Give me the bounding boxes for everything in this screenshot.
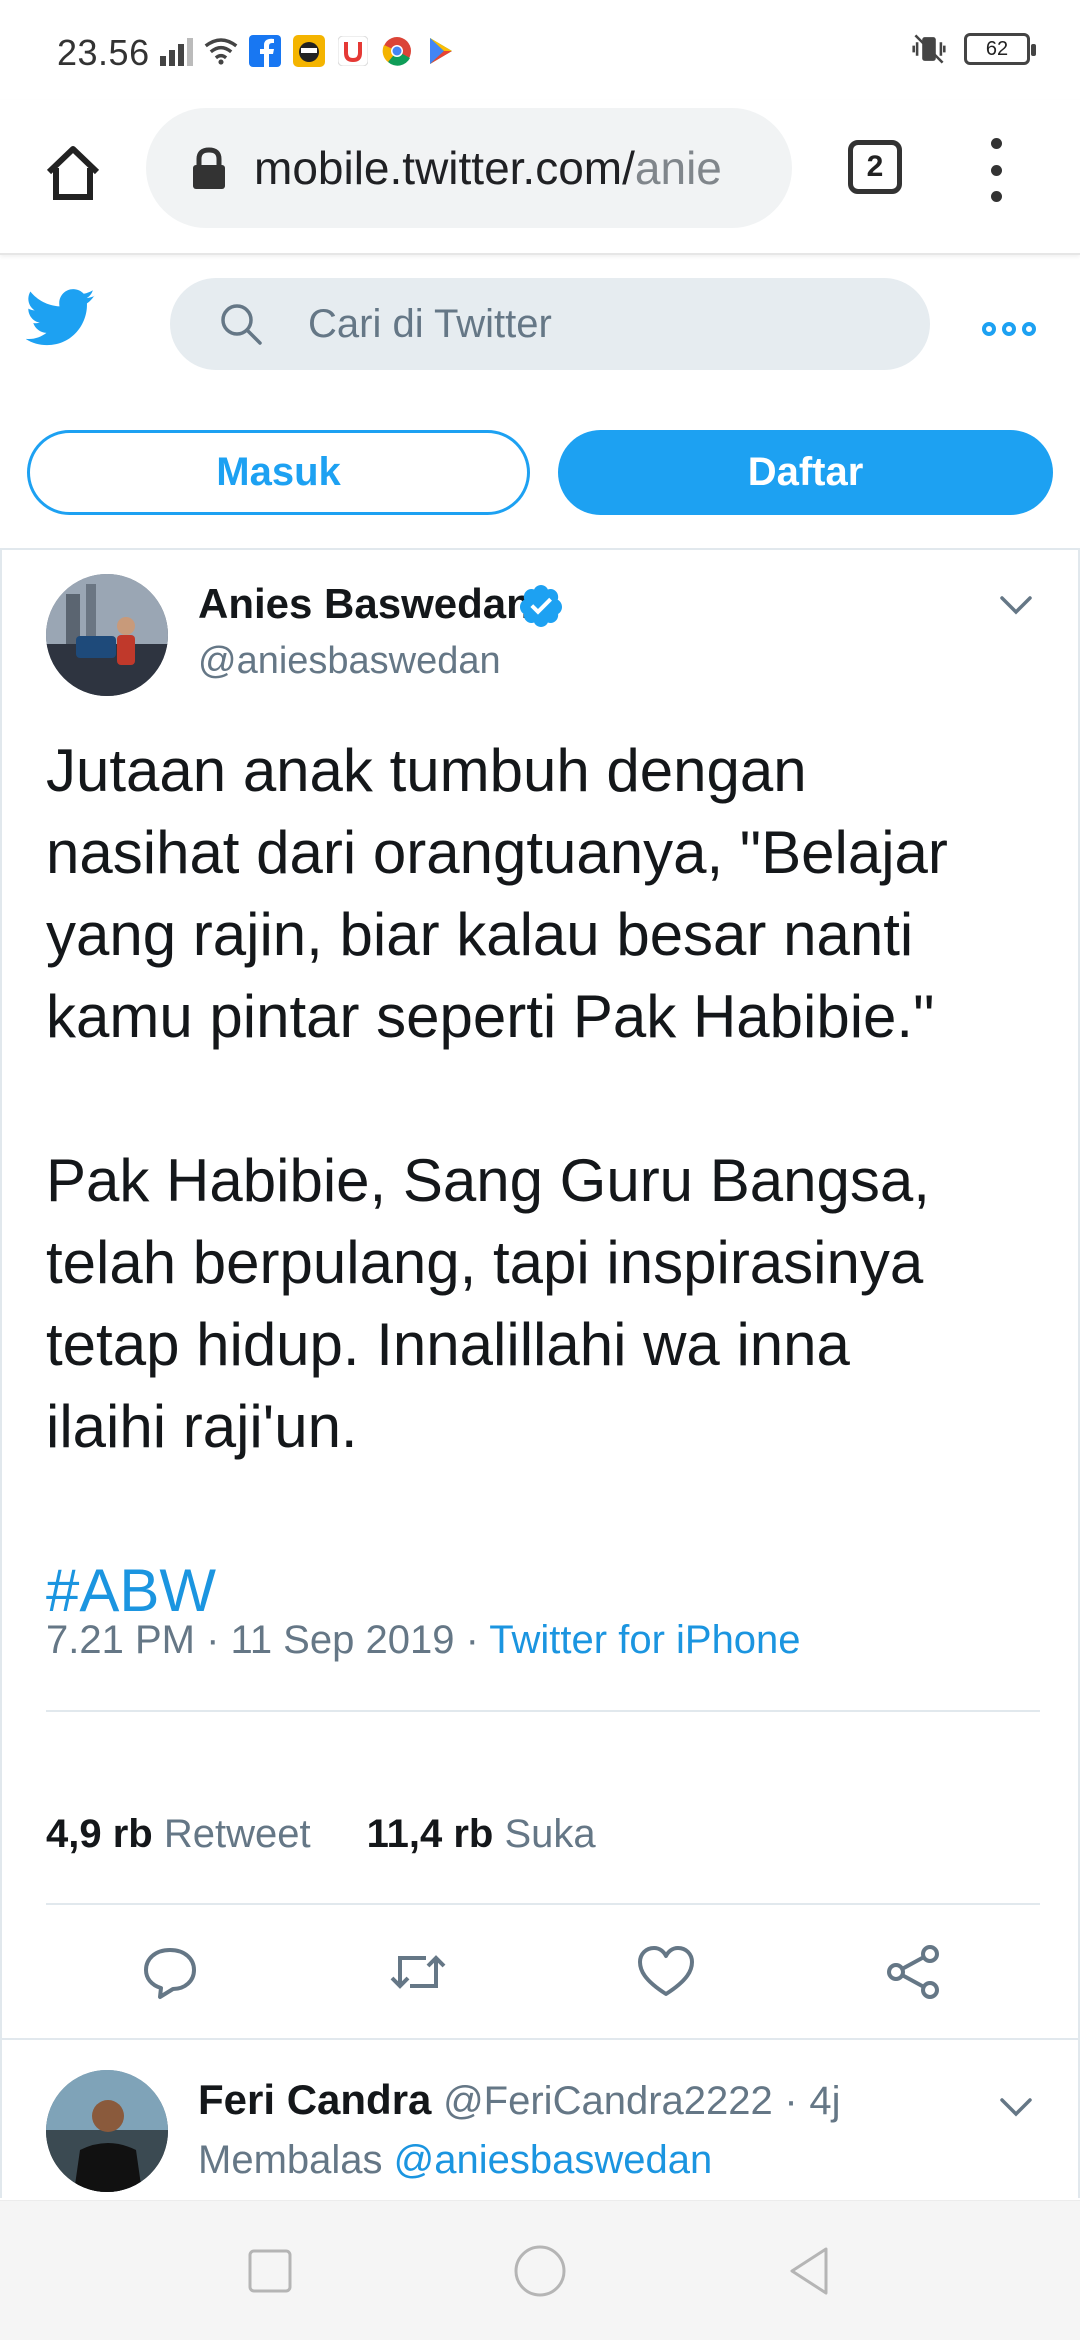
- avatar[interactable]: [46, 574, 168, 696]
- tweet-line: nasihat dari orangtuanya, "Belajar: [46, 819, 948, 886]
- heart-icon[interactable]: [634, 1940, 698, 2004]
- url-text: mobile.twitter.com/anie: [254, 141, 764, 195]
- mention-link[interactable]: @aniesbaswedan: [394, 2138, 713, 2182]
- tweet-line: ilaihi raji'un.: [46, 1393, 358, 1460]
- browser-toolbar: mobile.twitter.com/anie 2: [0, 100, 1080, 255]
- divider: [46, 1903, 1040, 1905]
- twitter-header: Cari di Twitter Masuk Daftar: [0, 260, 1080, 550]
- system-nav-bar: [0, 2200, 1080, 2340]
- tweet-actions: [2, 1940, 1080, 2020]
- tweet-stats: 4,9 rb Retweet 11,4 rb Suka: [46, 1812, 596, 1857]
- retweet-count: 4,9 rb: [46, 1812, 153, 1856]
- like-stat[interactable]: 11,4 rb Suka: [367, 1812, 596, 1857]
- play-store-icon: [424, 34, 458, 68]
- tweet-source-link[interactable]: Twitter for iPhone: [489, 1618, 800, 1662]
- divider: [46, 1710, 1040, 1712]
- status-notification-icons: [160, 34, 458, 68]
- home-button[interactable]: [38, 138, 108, 208]
- like-count: 11,4 rb: [366, 1812, 494, 1856]
- app-icon: [292, 34, 326, 68]
- tweet-time[interactable]: 7.21 PM: [46, 1618, 195, 1662]
- facebook-icon: [248, 34, 282, 68]
- retweet-label: Retweet: [163, 1812, 311, 1856]
- reply-tweet[interactable]: Feri Candra @FeriCandra2222 · 4j Membala…: [0, 2038, 1080, 2198]
- replying-to: Membalas @aniesbaswedan: [198, 2138, 712, 2183]
- app-u-icon: [336, 34, 370, 68]
- tweet-text: Jutaan anak tumbuh dengan nasihat dari o…: [46, 730, 1046, 1632]
- reply-icon[interactable]: [138, 1940, 202, 2004]
- status-system-icons: 62: [912, 32, 1036, 66]
- tweet-line: Jutaan anak tumbuh dengan: [46, 737, 807, 804]
- avatar[interactable]: [46, 2070, 168, 2192]
- vibrate-icon: [912, 32, 946, 66]
- battery-level: 62: [985, 37, 1009, 60]
- more-options-icon[interactable]: [982, 322, 1036, 336]
- tweet-date[interactable]: 11 Sep 2019: [231, 1618, 455, 1662]
- url-host: mobile.twitter.com/: [254, 142, 635, 194]
- recents-icon[interactable]: [242, 2243, 298, 2299]
- search-placeholder: Cari di Twitter: [308, 301, 552, 346]
- replying-label: Membalas: [198, 2138, 383, 2182]
- meta-separator: ·: [784, 2079, 798, 2123]
- lock-icon: [193, 147, 225, 189]
- back-icon[interactable]: [782, 2243, 838, 2299]
- login-button[interactable]: Masuk: [27, 430, 530, 515]
- signup-button[interactable]: Daftar: [558, 430, 1053, 515]
- meta-separator: ·: [465, 1618, 479, 1662]
- battery-icon: 62: [964, 33, 1036, 65]
- retweet-stat[interactable]: 4,9 rb Retweet: [46, 1812, 311, 1857]
- status-bar: 23.56 62: [0, 0, 1080, 100]
- status-time: 23.56: [57, 32, 150, 73]
- tweet-line: Pak Habibie, Sang Guru Bangsa,: [46, 1147, 930, 1214]
- wifi-icon: [204, 34, 238, 68]
- chrome-icon: [380, 34, 414, 68]
- avatar-photo: [46, 574, 168, 696]
- tweet-line: kamu pintar seperti Pak Habibie.": [46, 983, 935, 1050]
- retweet-icon[interactable]: [386, 1940, 450, 2004]
- tweet-line: yang rajin, biar kalau besar nanti: [46, 901, 914, 968]
- reply-author-name[interactable]: Feri Candra: [198, 2076, 431, 2123]
- author-handle[interactable]: @aniesbaswedan: [198, 640, 501, 683]
- tab-count: 2: [866, 150, 884, 183]
- reply-age: 4j: [809, 2079, 841, 2123]
- meta-separator: ·: [206, 1618, 220, 1662]
- home-icon: [46, 146, 100, 200]
- search-icon: [221, 304, 262, 345]
- tweet-line: tetap hidup. Innalillahi wa inna: [46, 1311, 850, 1378]
- like-label: Suka: [504, 1812, 596, 1856]
- url-path: anie: [634, 142, 722, 194]
- twitter-bird-icon[interactable]: [26, 288, 96, 348]
- author-name[interactable]: Anies Baswedan: [198, 580, 532, 628]
- tweet-card: Anies Baswedan @aniesbaswedan Jutaan ana…: [0, 548, 1080, 2038]
- home-nav-icon[interactable]: [512, 2243, 568, 2299]
- address-bar[interactable]: mobile.twitter.com/anie: [146, 108, 792, 228]
- signal-icon: [160, 34, 194, 68]
- chevron-down-icon[interactable]: [996, 590, 1036, 620]
- tab-switcher-button[interactable]: 2: [848, 140, 902, 194]
- avatar-photo: [46, 2070, 168, 2192]
- reply-author-handle[interactable]: @FeriCandra2222: [443, 2079, 773, 2123]
- reply-author-line: Feri Candra @FeriCandra2222 · 4j: [198, 2076, 841, 2124]
- tweet-line: telah berpulang, tapi inspirasinya: [46, 1229, 924, 1296]
- browser-menu-icon[interactable]: [986, 138, 1006, 202]
- search-input[interactable]: Cari di Twitter: [170, 278, 930, 370]
- tweet-timestamp: 7.21 PM · 11 Sep 2019 · Twitter for iPho…: [46, 1618, 801, 1663]
- verified-badge-icon: [519, 585, 562, 627]
- chevron-down-icon[interactable]: [996, 2092, 1036, 2122]
- share-icon[interactable]: [882, 1940, 946, 2004]
